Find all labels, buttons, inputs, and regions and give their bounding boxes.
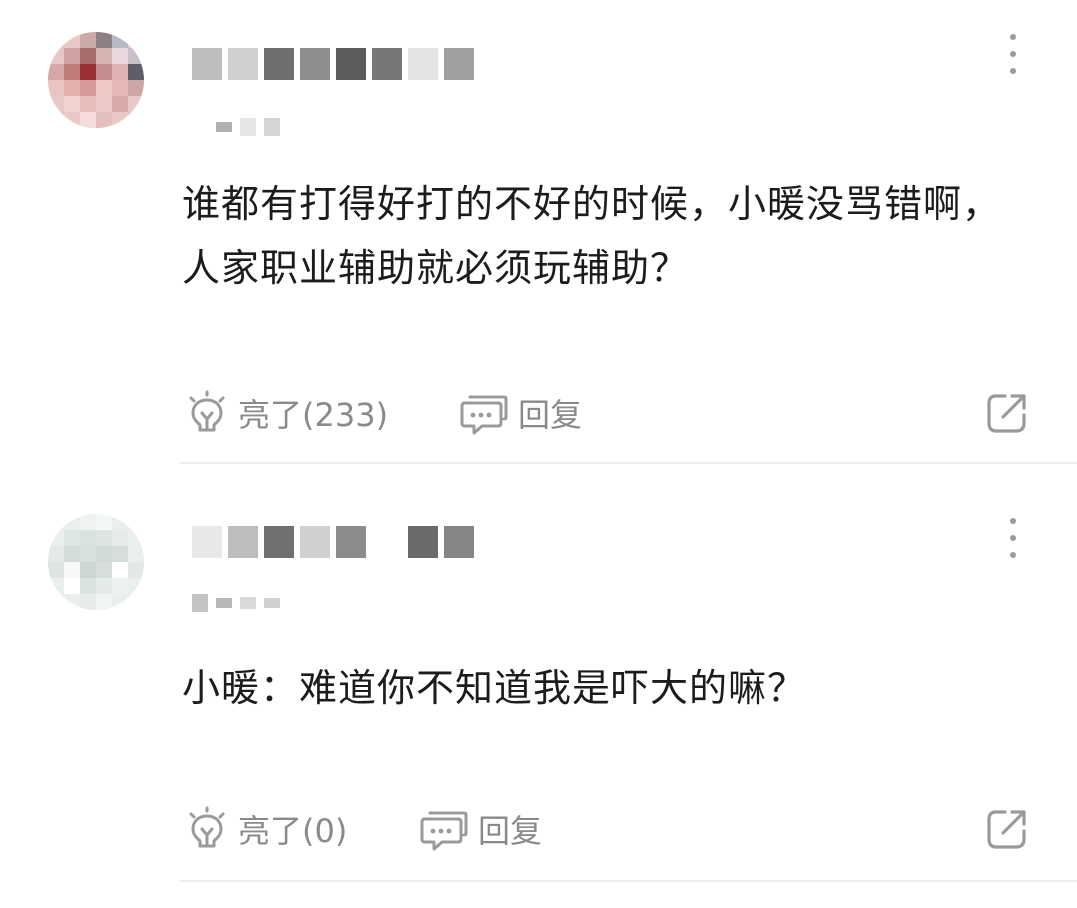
more-vertical-icon <box>1010 34 1016 40</box>
share-icon[interactable] <box>985 807 1029 851</box>
comment-actions: 亮了(0) 回复 <box>186 804 1037 854</box>
more-options-button[interactable] <box>1001 34 1025 74</box>
comment-item: 谁都有打得好打的不好的时候，小暖没骂错啊，人家职业辅助就必须玩辅助？ 亮了(23… <box>0 0 1077 466</box>
comment-actions: 亮了(233) 回复 <box>186 388 1037 438</box>
avatar[interactable] <box>48 32 144 128</box>
lightbulb-icon <box>189 806 225 848</box>
avatar[interactable] <box>48 514 144 610</box>
username-redacted[interactable] <box>192 526 474 558</box>
comment-item: 小暖：难道你不知道我是吓大的嘛？ 亮了(0) 回复 <box>0 466 1077 908</box>
more-vertical-icon <box>1010 518 1016 524</box>
like-button[interactable]: 亮了(233) <box>186 388 388 438</box>
divider <box>180 880 1077 882</box>
like-count-label: 亮了(0) <box>238 812 348 850</box>
reply-button[interactable]: 回复 <box>420 804 542 854</box>
username-redacted[interactable] <box>192 48 474 80</box>
chat-bubble-icon <box>460 395 508 435</box>
comment-body: 谁都有打得好打的不好的时候，小暖没骂错啊，人家职业辅助就必须玩辅助？ <box>182 182 1002 290</box>
reply-button[interactable]: 回复 <box>460 388 582 438</box>
reply-label: 回复 <box>518 396 583 434</box>
comment-body: 小暖：难道你不知道我是吓大的嘛？ <box>182 666 807 710</box>
like-button[interactable]: 亮了(0) <box>186 804 347 854</box>
meta-redacted <box>192 592 280 614</box>
more-options-button[interactable] <box>1001 518 1025 558</box>
like-count-label: 亮了(233) <box>238 396 389 434</box>
reply-label: 回复 <box>478 812 543 850</box>
chat-bubble-icon <box>420 811 468 851</box>
divider <box>180 462 1077 464</box>
lightbulb-icon <box>189 390 225 432</box>
meta-redacted <box>192 116 280 138</box>
share-icon[interactable] <box>985 391 1029 435</box>
